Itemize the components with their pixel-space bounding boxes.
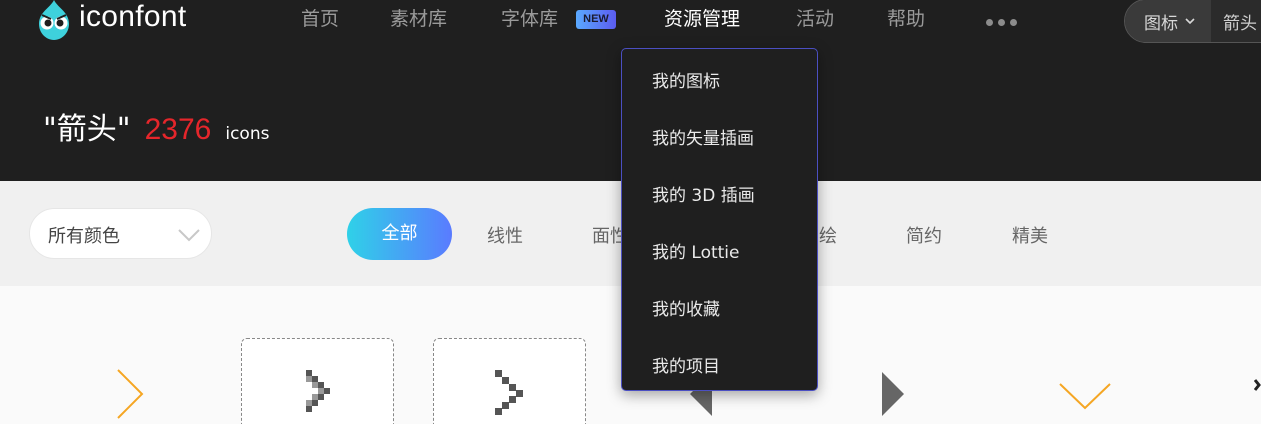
menu-item-my-vector-illustrations[interactable]: 我的矢量插画	[652, 124, 754, 149]
icon-card[interactable]	[241, 338, 394, 424]
tab-all[interactable]: 全部	[347, 208, 452, 260]
tab-line[interactable]: 线性	[487, 222, 523, 248]
pixel-chevron-right-icon	[306, 370, 330, 412]
menu-item-my-favorites[interactable]: 我的收藏	[652, 295, 720, 320]
new-badge: NEW	[576, 10, 616, 29]
search-result-summary: "箭头" 2376 icons	[43, 112, 269, 148]
triangle-right-icon[interactable]	[880, 368, 908, 418]
search-type-select[interactable]: 图标	[1125, 0, 1211, 42]
nav-home[interactable]: 首页	[301, 6, 339, 32]
nav-materials[interactable]: 素材库	[390, 6, 447, 32]
search-input[interactable]	[1211, 0, 1261, 42]
nav-activities[interactable]: 活动	[796, 6, 834, 32]
top-nav: iconfont 首页 素材库 字体库 NEW 资源管理 活动 帮助 图标	[0, 0, 1261, 44]
nav-help[interactable]: 帮助	[887, 6, 925, 32]
tab-fine[interactable]: 精美	[1012, 222, 1048, 248]
nav-fonts[interactable]: 字体库	[501, 6, 558, 32]
more-icon[interactable]	[986, 19, 1017, 26]
logo-text: iconfont	[79, 0, 187, 33]
menu-item-my-icons[interactable]: 我的图标	[652, 67, 720, 92]
tab-simple[interactable]: 简约	[906, 222, 942, 248]
result-unit: icons	[225, 124, 270, 144]
chevron-down-icon	[1185, 18, 1195, 25]
query-term: "箭头"	[43, 112, 131, 147]
resource-management-dropdown: 我的图标 我的矢量插画 我的 3D 插画 我的 Lottie 我的收藏 我的项目	[621, 48, 818, 391]
menu-item-my-projects[interactable]: 我的项目	[652, 352, 720, 377]
search-box: 图标	[1124, 0, 1261, 43]
chevron-down-icon	[178, 229, 200, 242]
result-count: 2376	[144, 113, 212, 146]
color-filter-select[interactable]: 所有颜色	[29, 208, 212, 259]
icon-card[interactable]	[433, 338, 586, 424]
search-type-label: 图标	[1144, 13, 1178, 34]
color-filter-label: 所有颜色	[48, 226, 120, 247]
chevron-down-orange-icon[interactable]	[1057, 378, 1113, 414]
menu-item-my-lottie[interactable]: 我的 Lottie	[652, 238, 740, 263]
partial-icon[interactable]	[1254, 378, 1261, 392]
pixel-chevron-right-icon	[495, 370, 523, 415]
tab-hand-drawn[interactable]: 绘	[819, 222, 837, 248]
logo[interactable]: iconfont	[33, 0, 186, 40]
menu-item-my-3d-illustrations[interactable]: 我的 3D 插画	[652, 181, 755, 206]
chevron-right-orange-icon[interactable]	[112, 366, 148, 422]
iconfont-logo-icon	[39, 0, 69, 40]
nav-resource-management[interactable]: 资源管理	[664, 6, 740, 32]
